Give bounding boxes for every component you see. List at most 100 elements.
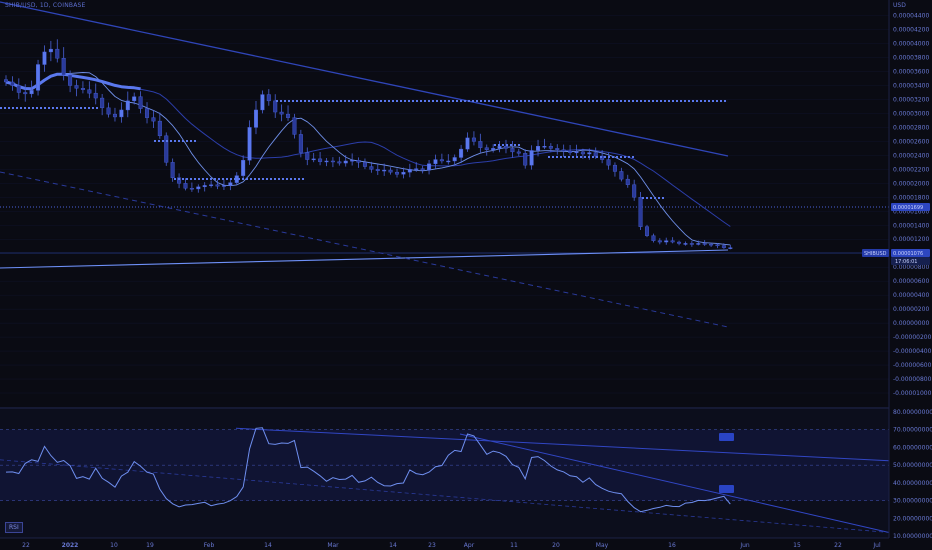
candle-body (728, 247, 733, 249)
candle-body (555, 148, 560, 150)
candle-body (491, 148, 496, 150)
candle-body (516, 151, 521, 154)
candle-body (721, 245, 726, 248)
candle-body (241, 160, 246, 176)
candle-body (433, 159, 438, 164)
price-tick-label: 0.00003400 (893, 82, 929, 89)
candle-body (253, 109, 258, 128)
candle-body (55, 48, 60, 59)
candle-body (401, 171, 406, 175)
candle-body (247, 127, 252, 161)
price-tick-label: 0.00000400 (893, 292, 929, 299)
candle-body (568, 150, 573, 153)
candle-body (446, 160, 451, 163)
candle-body (529, 150, 534, 166)
candle-body (48, 48, 53, 53)
candle-body (273, 100, 278, 113)
time-tick-label: 16 (668, 542, 676, 549)
time-tick-label: Jul (872, 542, 881, 549)
candle-body (414, 168, 419, 170)
candle-body (388, 169, 393, 173)
candle-body (3, 79, 8, 83)
candle-body (715, 244, 720, 247)
symbol-flag-text: SHIBUSD (864, 251, 887, 257)
price-tick-label: 0.00002200 (893, 166, 929, 173)
price-tick-label: 0.00000600 (893, 278, 929, 285)
time-tick-label: 11 (510, 542, 518, 549)
candle-body (683, 243, 688, 245)
candle-body (36, 64, 41, 91)
candle-body (561, 149, 566, 152)
candle-body (318, 158, 323, 162)
candle-body (612, 164, 617, 172)
candle-body (651, 235, 656, 241)
candle-body (696, 243, 701, 245)
candle[interactable] (645, 224, 650, 238)
chart-window: 0.00004400 0.00004200 0.00004000 0.00003800… (0, 0, 932, 550)
candle-body (279, 111, 284, 115)
candle-body (484, 147, 489, 150)
candle-body (375, 169, 380, 171)
candle-body (170, 162, 175, 178)
price-tick-label: -0.00001000 (893, 390, 932, 397)
rsi-tick-label: 20.00000000 (893, 515, 932, 522)
candle-body (266, 94, 271, 102)
rsi-alert-flag[interactable] (719, 433, 734, 441)
candle-body (395, 171, 400, 175)
price-pane-bg (0, 0, 889, 407)
time-tick-label: Apr (464, 542, 475, 549)
rsi-indicator-label[interactable]: RSI (5, 522, 23, 533)
candle-body (337, 161, 342, 164)
candle-body (536, 146, 541, 151)
chart-canvas[interactable]: 0.00004400 0.00004200 0.00004000 0.00003800… (0, 0, 932, 550)
time-tick-label: 22 (834, 542, 842, 549)
candle[interactable] (638, 192, 643, 230)
candle-body (670, 240, 675, 243)
candle-body (689, 243, 694, 245)
price-tick-label: 0.00002400 (893, 152, 929, 159)
symbol-flag: SHIBUSD (862, 249, 889, 257)
candle-body (471, 137, 476, 142)
candle-body (382, 169, 387, 172)
candle-body (157, 120, 162, 137)
candle-body (132, 96, 137, 102)
price-tick-label: 0.00003600 (893, 69, 929, 76)
candle-body (42, 51, 47, 65)
candle-body (189, 188, 194, 190)
candle-body (664, 240, 669, 243)
price-tick-label: 0.00002000 (893, 180, 929, 187)
candle[interactable] (164, 132, 169, 166)
candle-body (465, 137, 470, 150)
candle-body (420, 168, 425, 171)
candle-body (478, 141, 483, 148)
candle-body (632, 184, 637, 198)
price-tick-label: 0.00001400 (893, 222, 929, 229)
time-tick-label: May (596, 542, 609, 549)
candle-body (164, 135, 169, 163)
price-tick-label: 0.00001800 (893, 194, 929, 201)
candle-body (677, 241, 682, 244)
price-tick-label: 0.00004400 (893, 13, 929, 20)
price-tick-label: 0.00002600 (893, 138, 929, 145)
rsi-tick-label: 80.00000000 (893, 409, 932, 416)
price-tick-label: 0.00003000 (893, 110, 929, 117)
price-tick-label: 0.00002800 (893, 124, 929, 131)
candle-body (196, 186, 201, 190)
candle-body (343, 160, 348, 164)
candle-body (369, 166, 374, 170)
time-axis[interactable]: 22 2022 10 19 Feb 14 Mar 14 23 Apr 11 20 May 16 Jun 15 2… (0, 537, 889, 549)
price-tick-label: 0.00000000 (893, 320, 929, 327)
candle-body (427, 163, 432, 171)
candle-body (112, 113, 117, 118)
candle-body (228, 182, 233, 186)
rsi-pane (0, 409, 890, 538)
candle[interactable] (36, 59, 41, 96)
candle-body (311, 158, 316, 161)
price-tick-label: 0.00004000 (893, 41, 929, 48)
rsi-alert-flag[interactable] (719, 485, 734, 493)
time-tick-label: Jun (739, 542, 750, 549)
candle-body (10, 81, 15, 86)
symbol-title[interactable]: SHIB/USD, 1D, COINBASE (5, 2, 86, 9)
currency-label[interactable]: USD (893, 2, 906, 9)
candle-body (503, 146, 508, 149)
